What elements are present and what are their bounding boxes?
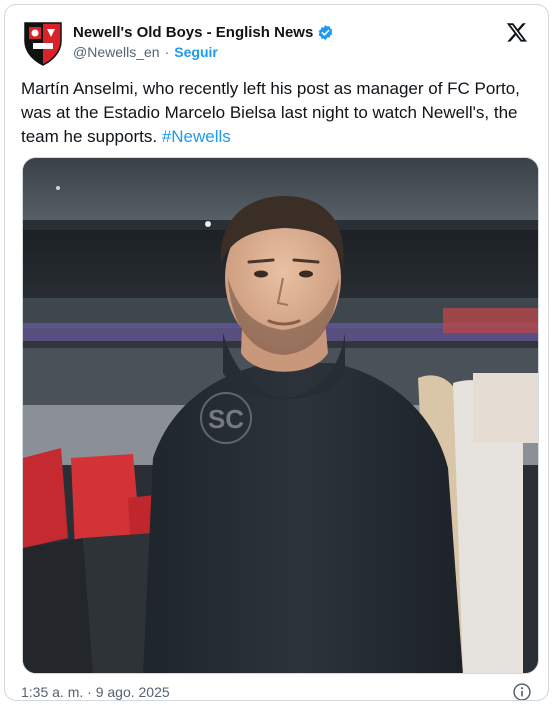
photo-watermark: SC xyxy=(208,404,244,434)
tweet-header: Newell's Old Boys - English News @Newell… xyxy=(21,19,532,67)
handle-separator: · xyxy=(164,44,170,60)
tweet-photo[interactable]: SC xyxy=(22,157,539,674)
hashtag-link[interactable]: #Newells xyxy=(162,127,231,146)
account-handle[interactable]: @Newells_en xyxy=(73,44,160,60)
account-names: Newell's Old Boys - English News @Newell… xyxy=(73,22,334,60)
tweet-text: Martín Anselmi, who recently left his po… xyxy=(21,77,533,149)
display-name[interactable]: Newell's Old Boys - English News xyxy=(73,24,313,41)
display-name-row: Newell's Old Boys - English News xyxy=(73,22,334,42)
tweet-timestamp[interactable]: 1:35 a. m. · 9 ago. 2025 xyxy=(21,684,170,700)
tweet-body: Martín Anselmi, who recently left his po… xyxy=(21,79,520,146)
follow-button[interactable]: Seguir xyxy=(174,44,218,60)
verified-badge-icon xyxy=(317,24,334,41)
x-logo-icon[interactable] xyxy=(506,21,528,43)
newells-crest-icon[interactable] xyxy=(21,19,65,67)
info-icon[interactable] xyxy=(512,682,532,700)
tweet-card: Newell's Old Boys - English News @Newell… xyxy=(4,4,549,701)
handle-row: @Newells_en · Seguir xyxy=(73,44,334,60)
tweet-footer: 1:35 a. m. · 9 ago. 2025 xyxy=(21,682,532,700)
